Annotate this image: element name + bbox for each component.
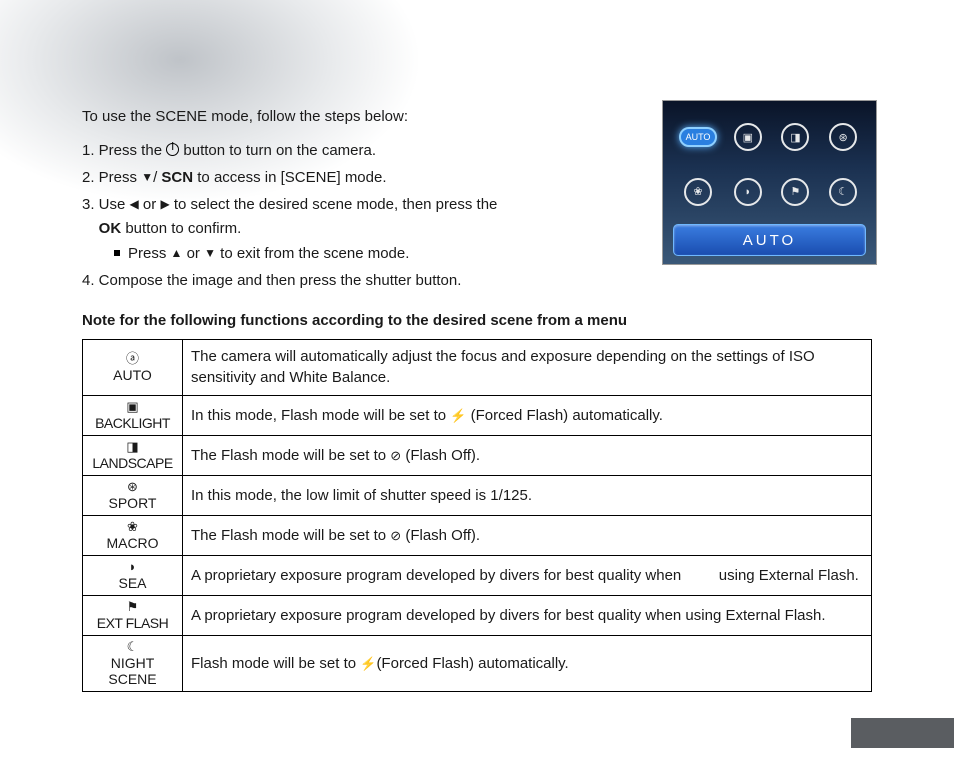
- cell-night-label: ☾ NIGHT SCENE: [83, 636, 183, 692]
- bullet-icon: [114, 250, 120, 256]
- flash-off-icon: ⊘: [390, 448, 401, 463]
- table-row: ⚑ EXT FLASH A proprietary exposure progr…: [83, 596, 872, 636]
- cell-macro-label: ❀ MACRO: [83, 516, 183, 556]
- table-row: ◨ LANDSCAPE The Flash mode will be set t…: [83, 436, 872, 476]
- power-icon: [166, 143, 179, 156]
- triangle-down-icon: ▼: [204, 244, 216, 264]
- preview-mode-label: AUTO: [673, 224, 866, 256]
- cell-sea-label: ◗ SEA: [83, 556, 183, 596]
- cell-auto-desc: The camera will automatically adjust the…: [183, 339, 872, 396]
- triangle-left-icon: ◀: [130, 195, 139, 215]
- table-row: ❀ MACRO The Flash mode will be set to ⊘ …: [83, 516, 872, 556]
- cell-macro-desc: The Flash mode will be set to ⊘ (Flash O…: [183, 516, 872, 556]
- step-4: 4. Compose the image and then press the …: [82, 269, 872, 294]
- cell-auto-label: ⓐ AUTO: [83, 339, 183, 396]
- preview-icon-macro: ❀: [684, 178, 712, 206]
- scene-table: ⓐ AUTO The camera will automatically adj…: [82, 339, 872, 693]
- preview-icon-extflash: ⚑: [781, 178, 809, 206]
- table-row: ⓐ AUTO The camera will automatically adj…: [83, 339, 872, 396]
- cell-backlight-desc: In this mode, Flash mode will be set to …: [183, 396, 872, 436]
- table-row: ◗ SEA A proprietary exposure program dev…: [83, 556, 872, 596]
- sea-icon: ◗: [85, 560, 180, 575]
- note-heading: Note for the following functions accordi…: [82, 312, 872, 329]
- cell-landscape-label: ◨ LANDSCAPE: [83, 436, 183, 476]
- triangle-down-icon: ▼: [141, 168, 153, 188]
- preview-icon-sea: ◗: [734, 178, 762, 206]
- scene-preview-panel: AUTO ▣ ◨ ⊛ ❀ ◗ ⚑ ☾ AUTO: [662, 100, 877, 265]
- cell-landscape-desc: The Flash mode will be set to ⊘ (Flash O…: [183, 436, 872, 476]
- cell-sport-desc: In this mode, the low limit of shutter s…: [183, 476, 872, 516]
- cell-extflash-desc: A proprietary exposure program developed…: [183, 596, 872, 636]
- night-icon: ☾: [85, 640, 180, 655]
- triangle-up-icon: ▲: [171, 244, 183, 264]
- preview-icon-auto: AUTO: [679, 127, 717, 147]
- triangle-right-icon: ▶: [160, 195, 169, 215]
- cell-sport-label: ⊛ SPORT: [83, 476, 183, 516]
- flash-icon: ⚡: [450, 408, 466, 423]
- preview-icon-landscape: ◨: [781, 123, 809, 151]
- sport-icon: ⊛: [85, 480, 180, 495]
- cell-backlight-label: ▣ BACKLIGHT: [83, 396, 183, 436]
- cell-extflash-label: ⚑ EXT FLASH: [83, 596, 183, 636]
- table-row: ☾ NIGHT SCENE Flash mode will be set to …: [83, 636, 872, 692]
- landscape-icon: ◨: [85, 440, 180, 455]
- macro-icon: ❀: [85, 520, 180, 535]
- backlight-icon: ▣: [85, 400, 180, 415]
- preview-icon-night: ☾: [829, 178, 857, 206]
- footer-tab: [851, 718, 954, 748]
- table-row: ⊛ SPORT In this mode, the low limit of s…: [83, 476, 872, 516]
- extflash-icon: ⚑: [85, 600, 180, 615]
- flash-icon: ⚡: [360, 656, 376, 671]
- preview-icon-sport: ⊛: [829, 123, 857, 151]
- cell-sea-desc: A proprietary exposure program developed…: [183, 556, 872, 596]
- cell-night-desc: Flash mode will be set to ⚡(Forced Flash…: [183, 636, 872, 692]
- preview-icon-backlight: ▣: [734, 123, 762, 151]
- table-row: ▣ BACKLIGHT In this mode, Flash mode wil…: [83, 396, 872, 436]
- flash-off-icon: ⊘: [390, 528, 401, 543]
- auto-icon: ⓐ: [85, 352, 180, 367]
